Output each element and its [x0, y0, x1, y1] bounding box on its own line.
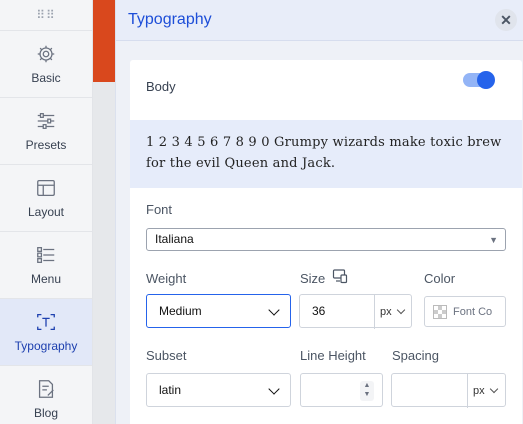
stepper-arrows-icon[interactable]: ▲ ▼ [360, 381, 374, 401]
layout-icon [37, 180, 55, 196]
sidebar-item-blog[interactable]: Blog [0, 365, 92, 424]
background-canvas-area [93, 82, 115, 424]
size-label: Size [300, 271, 326, 286]
sidebar-item-layout[interactable]: Layout [0, 164, 92, 231]
size-input-value: 36 [312, 304, 326, 318]
drag-handle-icon[interactable]: ⠿⠿ [0, 0, 92, 30]
font-color-picker[interactable]: Font Co [424, 296, 506, 327]
toggle-knob [477, 71, 495, 89]
size-input[interactable]: 36 px [299, 294, 412, 329]
body-label: Body [146, 79, 176, 94]
sidebar-item-label: Layout [27, 205, 65, 219]
line-height-label: Line Height [300, 348, 366, 363]
typography-panel: Typography ✕ Body 1 2 3 4 5 6 7 8 9 0 Gr… [115, 0, 523, 424]
chevron-down-icon [268, 383, 280, 395]
panel-header: Typography [116, 0, 523, 41]
body-typography-card: Body 1 2 3 4 5 6 7 8 9 0 Grumpy wizards … [130, 60, 522, 424]
typography-icon [37, 314, 55, 330]
subset-select[interactable]: latin [146, 373, 291, 407]
sidebar-item-label: Presets [25, 138, 67, 152]
close-button[interactable]: ✕ [495, 9, 517, 31]
weight-select[interactable]: Medium [146, 294, 291, 328]
spacing-unit-select[interactable]: px [467, 374, 505, 408]
chevron-down-icon [268, 304, 280, 316]
transparent-swatch-icon [433, 304, 447, 319]
close-icon: ✕ [500, 11, 512, 28]
chevron-down-icon [396, 305, 406, 315]
sidebar-item-label: Blog [33, 406, 59, 420]
sidebar-item-label: Menu [30, 272, 62, 286]
spacing-label: Spacing [392, 348, 439, 363]
background-canvas-strip [93, 0, 115, 82]
font-color-placeholder: Font Co [453, 305, 493, 318]
font-select[interactable]: Italiana ▼ [146, 228, 506, 251]
sliders-icon [37, 113, 55, 129]
sidebar-item-menu[interactable]: Menu [0, 231, 92, 298]
weight-label: Weight [146, 271, 187, 286]
font-select-value: Italiana [155, 232, 194, 246]
menu-icon [37, 247, 55, 263]
spacing-unit-value: px [473, 385, 485, 397]
body-toggle[interactable] [463, 71, 495, 89]
sidebar: ⠿⠿ Basic Presets Layout Menu Typography … [0, 0, 93, 424]
color-label: Color [424, 271, 456, 286]
sidebar-item-presets[interactable]: Presets [0, 97, 92, 164]
sidebar-item-basic[interactable]: Basic [0, 30, 92, 97]
caret-down-icon: ▼ [489, 235, 498, 245]
gear-icon [37, 45, 55, 63]
size-unit-select[interactable]: px [374, 295, 412, 329]
subset-label: Subset [146, 348, 187, 363]
sidebar-item-typography[interactable]: Typography [0, 298, 92, 365]
sidebar-item-label: Typography [14, 339, 78, 353]
sidebar-item-label: Basic [31, 71, 61, 85]
blog-icon [38, 380, 54, 398]
font-preview: 1 2 3 4 5 6 7 8 9 0 Grumpy wizards make … [130, 120, 522, 188]
chevron-down-icon [489, 384, 499, 394]
size-unit-value: px [380, 306, 392, 318]
spacing-input[interactable]: px [391, 373, 506, 408]
subset-select-value: latin [159, 383, 182, 397]
panel-title: Typography [128, 11, 212, 28]
line-height-input[interactable]: ▲ ▼ [300, 373, 383, 407]
responsive-device-icon[interactable] [332, 268, 348, 284]
weight-select-value: Medium [159, 304, 202, 318]
font-label: Font [146, 202, 173, 217]
